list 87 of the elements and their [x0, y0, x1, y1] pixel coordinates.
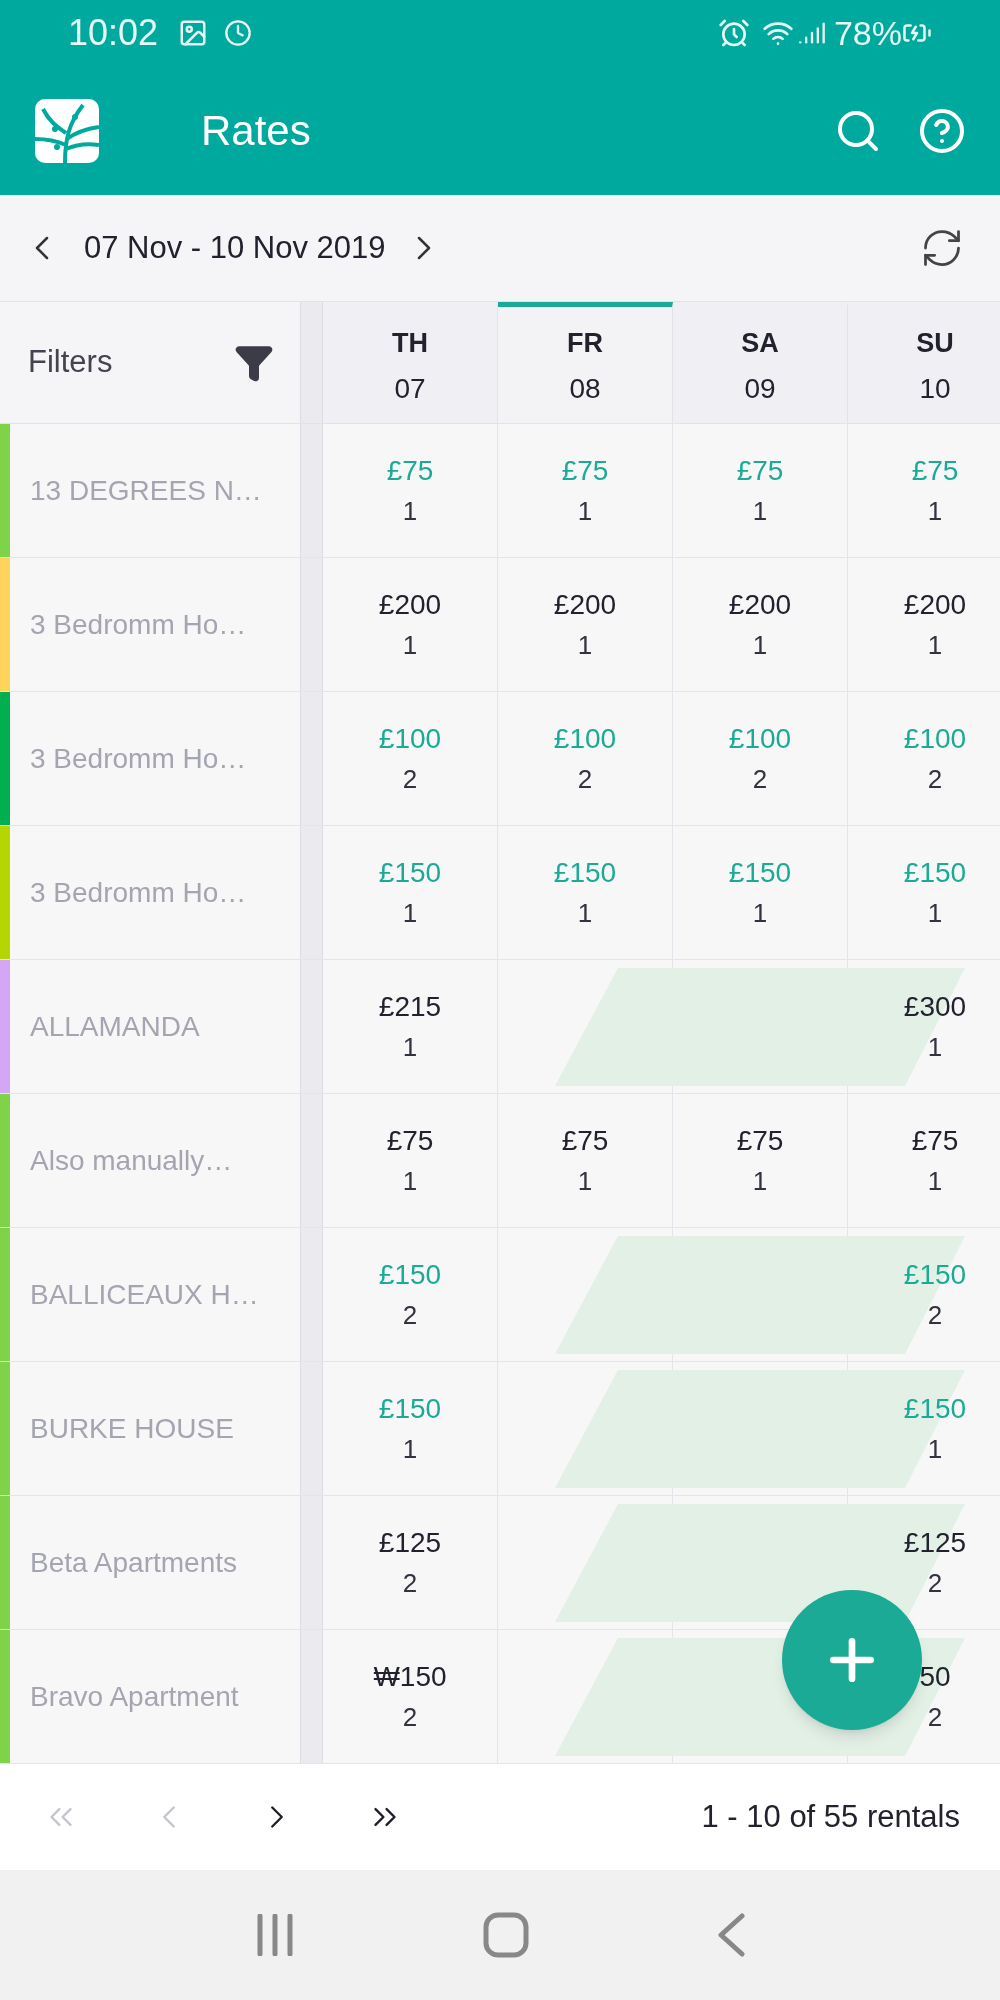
rate-price: £100 [378, 721, 442, 756]
rate-count: 1 [927, 1030, 943, 1064]
rate-count: 2 [402, 1566, 418, 1600]
rate-count: 1 [577, 494, 593, 528]
page-title: Rates [201, 106, 311, 156]
rate-count: 1 [927, 896, 943, 930]
rate-price: £100 [728, 721, 792, 756]
rate-count: 1 [402, 494, 418, 528]
rental-name[interactable]: Beta Apartments [30, 1541, 237, 1584]
rate-count: 1 [402, 1432, 418, 1466]
rental-name[interactable]: 13 DEGREES N… [30, 469, 262, 512]
rate-count: 2 [402, 1700, 418, 1734]
rate-price: £75 [561, 453, 609, 488]
rate-price: £125 [903, 1525, 967, 1560]
rate-count: 1 [577, 896, 593, 930]
rate-count: 2 [927, 762, 943, 796]
rate-price: £215 [378, 989, 442, 1024]
day-column-header[interactable]: TH 07 [323, 302, 498, 423]
rate-price: 50 [919, 1659, 951, 1694]
rate-price: £200 [728, 587, 792, 622]
rate-count: 1 [402, 628, 418, 662]
day-column-header[interactable]: SA 09 [673, 302, 848, 423]
rate-price: £100 [903, 721, 967, 756]
rate-price: £100 [553, 721, 617, 756]
clock-icon [224, 19, 253, 47]
day-column-header[interactable]: FR 08 [498, 302, 673, 423]
rental-name[interactable]: BALLICEAUX H… [30, 1273, 259, 1316]
rate-count: 2 [927, 1700, 943, 1734]
rate-count: 1 [752, 896, 768, 930]
rate-price: £75 [911, 453, 959, 488]
rate-count: 1 [402, 1030, 418, 1064]
rental-name[interactable]: BURKE HOUSE [30, 1407, 234, 1450]
rental-name[interactable]: Also manually… [30, 1139, 233, 1182]
pagination-summary: 1 - 10 of 55 rentals [701, 1797, 960, 1836]
status-time: 10:02 [68, 11, 159, 55]
rate-count: 2 [927, 1566, 943, 1600]
rate-count: 1 [402, 896, 418, 930]
rate-count: 2 [577, 762, 593, 796]
rate-price: £75 [561, 1123, 609, 1158]
rate-price: £150 [903, 1391, 967, 1426]
rental-name[interactable]: Bravo Apartment [30, 1675, 239, 1718]
rental-name[interactable]: 3 Bedromm Ho… [30, 737, 247, 780]
alarm-icon [717, 17, 750, 49]
rate-price: £75 [736, 453, 784, 488]
rate-price: £150 [903, 1257, 967, 1292]
rental-name[interactable]: 3 Bedromm Ho… [30, 603, 247, 646]
rate-count: 1 [927, 1164, 943, 1198]
rate-price: £200 [903, 587, 967, 622]
rate-count: 1 [752, 1164, 768, 1198]
rate-price: £150 [553, 855, 617, 890]
rate-count: 2 [402, 1298, 418, 1332]
rate-count: 1 [752, 628, 768, 662]
rate-count: 1 [577, 628, 593, 662]
booking-bar[interactable] [555, 1504, 965, 1622]
back-icon[interactable] [716, 1913, 747, 1957]
rate-price: £75 [911, 1123, 959, 1158]
rate-count: 1 [927, 1432, 943, 1466]
gallery-icon [178, 18, 209, 48]
rate-price: £125 [378, 1525, 442, 1560]
rental-name[interactable]: ALLAMANDA [30, 1005, 200, 1048]
rate-price: £200 [553, 587, 617, 622]
rate-count: 1 [577, 1164, 593, 1198]
rate-price: £150 [378, 855, 442, 890]
rate-count: 2 [752, 762, 768, 796]
tree-logo-icon [35, 98, 99, 163]
rate-price: £150 [728, 855, 792, 890]
home-icon[interactable] [483, 1912, 529, 1958]
rate-price: £150 [903, 855, 967, 890]
rate-price: £150 [378, 1257, 442, 1292]
rate-count: 1 [752, 494, 768, 528]
rate-count: 1 [927, 628, 943, 662]
rate-count: 1 [927, 494, 943, 528]
rate-price: £75 [386, 453, 434, 488]
rate-price: £75 [736, 1123, 784, 1158]
rate-price: ₩150 [373, 1659, 447, 1694]
date-range: 07 Nov - 10 Nov 2019 [84, 228, 386, 267]
rate-price: £75 [386, 1123, 434, 1158]
rate-price: £200 [378, 587, 442, 622]
day-column-header[interactable]: SU 10 [848, 302, 1000, 423]
rental-name[interactable]: 3 Bedromm Ho… [30, 871, 247, 914]
rate-price: £300 [903, 989, 967, 1024]
rate-count: 1 [402, 1164, 418, 1198]
rate-count: 2 [927, 1298, 943, 1332]
battery-percent: 78% [833, 12, 902, 54]
rate-count: 2 [402, 762, 418, 796]
filters-label: Filters [28, 343, 113, 382]
rate-price: £150 [378, 1391, 442, 1426]
